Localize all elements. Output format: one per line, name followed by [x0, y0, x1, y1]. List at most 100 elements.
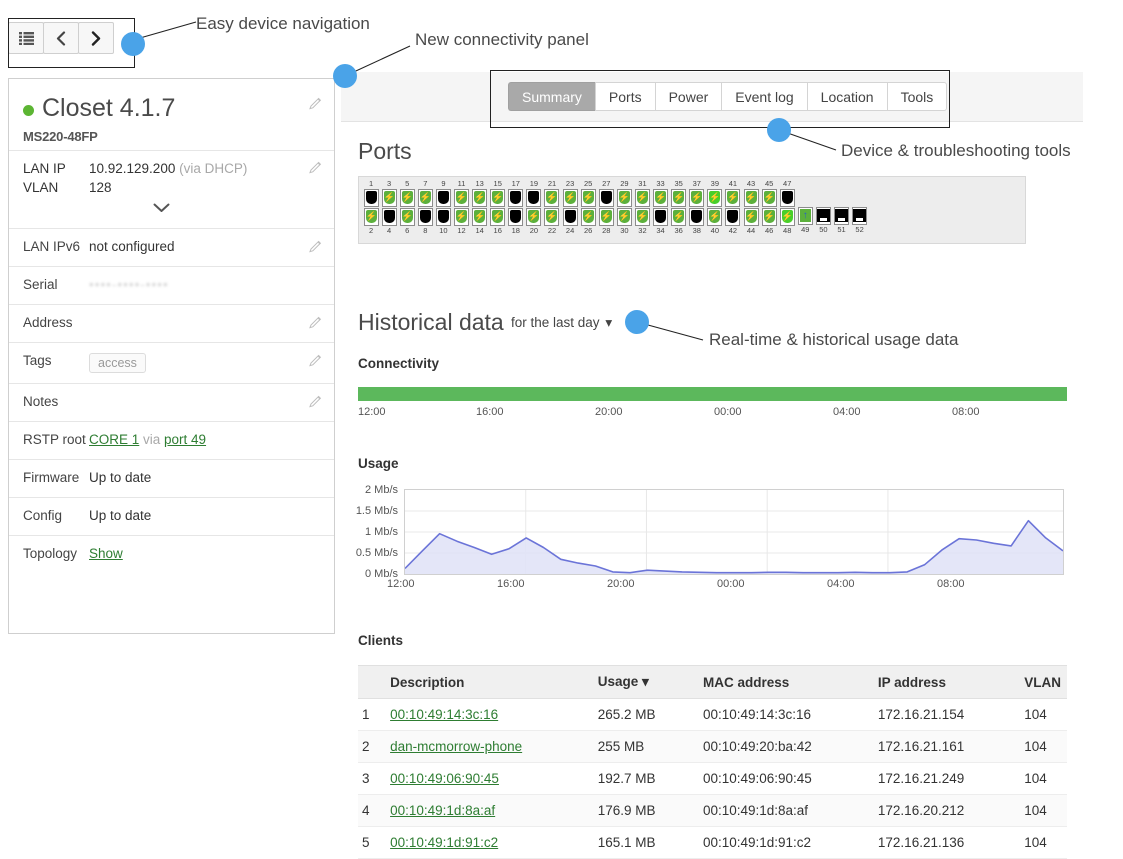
port-number: 46	[764, 226, 774, 235]
port-jack[interactable]: ⚡	[490, 188, 506, 207]
port-jack[interactable]	[779, 188, 795, 207]
port-jack[interactable]: ⚡	[743, 188, 759, 207]
port-jack[interactable]: ⚡	[454, 207, 470, 226]
connectivity-tick: 20:00	[595, 406, 623, 418]
port-jack[interactable]: ⚡	[653, 188, 669, 207]
port-jack[interactable]: ⚡	[399, 188, 415, 207]
port-jack[interactable]	[435, 207, 451, 226]
port-jack[interactable]: ⚡	[381, 188, 397, 207]
port-column: 35 ⚡ ⚡ 36	[670, 179, 688, 235]
vlan-label: VLAN	[23, 179, 59, 195]
port-jack[interactable]: ⚡	[580, 207, 596, 226]
port-jack[interactable]	[689, 207, 705, 226]
port-jack[interactable]: ⚡	[725, 188, 741, 207]
edit-icon[interactable]	[309, 240, 322, 253]
port-jack[interactable]	[598, 188, 614, 207]
port-jack[interactable]: ⚡	[472, 188, 488, 207]
port-jack[interactable]: ⚡	[671, 188, 687, 207]
topology-show-link[interactable]: Show	[89, 546, 123, 561]
port-jack[interactable]: ↑	[797, 206, 813, 225]
rstp-root-link[interactable]: CORE 1	[89, 432, 139, 447]
clients-header-cell: Description	[384, 665, 592, 699]
port-number: 29	[620, 179, 629, 188]
edit-icon[interactable]	[309, 354, 322, 367]
client-description: 00:10:49:06:90:45	[384, 762, 592, 795]
lan-ip-address: 10.92.129.200	[89, 160, 176, 176]
port-jack[interactable]	[363, 188, 379, 207]
port-jack[interactable]: ⚡	[616, 188, 632, 207]
usage-chart	[404, 489, 1064, 575]
rstp-port-link[interactable]: port 49	[164, 432, 206, 447]
client-link[interactable]: dan-mcmorrow-phone	[390, 739, 522, 754]
port-jack[interactable]: ⚡	[743, 207, 759, 226]
port-jack[interactable]: ⚡	[580, 188, 596, 207]
annotation-label-connectivity: New connectivity panel	[415, 30, 589, 49]
row-label: Topology	[23, 545, 78, 561]
row-index: 2	[358, 730, 385, 763]
row-label: Notes	[23, 393, 59, 409]
port-jack[interactable]: ⚡	[526, 207, 542, 226]
chevron-down-icon	[153, 201, 170, 216]
port-jack[interactable]: ⚡	[707, 207, 723, 226]
port-jack[interactable]: ⚡	[399, 207, 415, 226]
port-jack[interactable]	[381, 207, 397, 226]
client-link[interactable]: 00:10:49:14:3c:16	[390, 707, 498, 722]
port-jack[interactable]: ⚡	[616, 207, 632, 226]
edit-device-name-icon[interactable]	[309, 97, 322, 110]
connectivity-uptime-bar	[358, 387, 1067, 401]
clients-header-cell[interactable]: Usage ▾	[591, 665, 697, 699]
port-jack[interactable]: ⚡	[707, 188, 723, 207]
port-jack[interactable]: ⚡	[761, 207, 777, 226]
port-jack[interactable]: ⚡	[454, 188, 470, 207]
port-jack[interactable]: ⚡	[634, 188, 650, 207]
port-jack[interactable]: ⚡	[544, 207, 560, 226]
port-column: 5 ⚡ ⚡ 6	[398, 179, 416, 235]
lan-info-block: LAN IP 10.92.129.200 (via DHCP) VLAN 128	[9, 149, 334, 228]
port-jack[interactable]: ⚡	[761, 188, 777, 207]
edit-lan-ip-icon[interactable]	[309, 161, 322, 174]
port-jack[interactable]	[852, 206, 868, 225]
client-link[interactable]: 00:10:49:1d:8a:af	[390, 803, 495, 818]
port-jack[interactable]	[562, 207, 578, 226]
port-jack[interactable]: ⚡	[363, 207, 379, 226]
poe-bolt-icon: ⚡	[401, 192, 413, 202]
row-label: RSTP root	[23, 431, 86, 447]
port-jack[interactable]	[833, 206, 849, 225]
port-column: 13 ⚡ ⚡ 14	[471, 179, 489, 235]
poe-bolt-icon: ⚡	[745, 192, 757, 202]
port-jack[interactable]: ⚡	[490, 207, 506, 226]
port-jack[interactable]: ⚡	[562, 188, 578, 207]
port-jack[interactable]: ⚡	[472, 207, 488, 226]
edit-icon[interactable]	[309, 395, 322, 408]
port-column: 11 ⚡ ⚡ 12	[452, 179, 470, 235]
port-jack[interactable]	[653, 207, 669, 226]
port-jack[interactable]	[508, 188, 524, 207]
port-jack[interactable]	[815, 206, 831, 225]
port-jack[interactable]: ⚡	[689, 188, 705, 207]
client-usage: 265.2 MB	[591, 698, 697, 731]
port-number: 48	[783, 226, 792, 235]
port-jack[interactable]	[725, 207, 741, 226]
expand-details-button[interactable]	[23, 199, 300, 226]
port-jack[interactable]	[526, 188, 542, 207]
port-jack[interactable]: ⚡	[671, 207, 687, 226]
port-column: 39 ⚡ ⚡ 40	[706, 179, 724, 235]
port-jack[interactable]	[435, 188, 451, 207]
device-row-topology: Topology Show	[9, 534, 334, 573]
port-jack[interactable]: ⚡	[634, 207, 650, 226]
time-range-label: for the last day	[511, 315, 600, 330]
port-number: 35	[674, 179, 683, 188]
poe-bolt-icon: ⚡	[600, 211, 612, 221]
port-jack[interactable]	[417, 207, 433, 226]
port-jack[interactable]: ⚡	[544, 188, 560, 207]
edit-icon[interactable]	[309, 316, 322, 329]
port-jack[interactable]: ⚡	[417, 188, 433, 207]
port-jack[interactable]: ⚡	[779, 207, 795, 226]
port-column: 27 ⚡ 28	[597, 179, 615, 235]
time-range-selector[interactable]: for the last day ▾	[511, 315, 612, 331]
client-link[interactable]: 00:10:49:06:90:45	[390, 771, 499, 786]
port-jack[interactable]	[508, 207, 524, 226]
client-usage: 255 MB	[591, 730, 697, 763]
tag-pill[interactable]: access	[89, 352, 146, 373]
port-jack[interactable]: ⚡	[598, 207, 614, 226]
